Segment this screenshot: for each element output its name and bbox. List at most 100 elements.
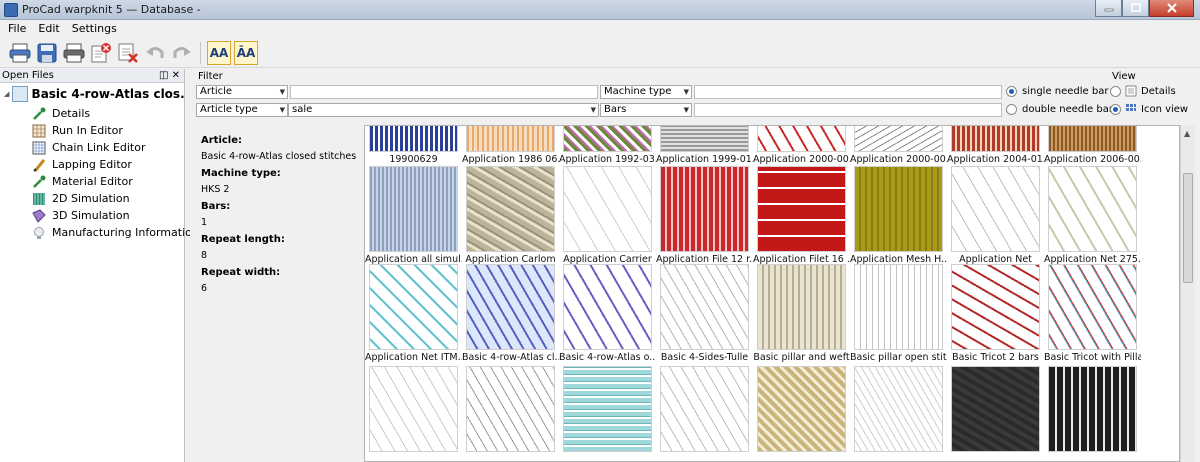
pattern-thumbnail[interactable] [466, 126, 555, 152]
pattern-item[interactable]: Application 2000-00... [753, 126, 850, 169]
pattern-item[interactable] [559, 366, 656, 461]
pattern-item[interactable]: Application 1999-01... [656, 126, 753, 169]
pattern-item[interactable] [1044, 366, 1141, 461]
pattern-thumbnail[interactable] [563, 264, 652, 350]
undo-icon[interactable] [143, 41, 167, 65]
pattern-thumbnail[interactable] [369, 264, 458, 350]
menu-edit[interactable]: Edit [32, 20, 65, 38]
pattern-item[interactable]: Application Carlom [462, 166, 559, 269]
article-combo[interactable]: Article ▼ [196, 85, 288, 99]
pattern-thumbnail[interactable] [854, 126, 943, 152]
panel-controls[interactable]: ◫ ✕ [159, 69, 180, 82]
pattern-item[interactable]: Application Mesh H... [850, 166, 947, 269]
tree-item-run-in-editor[interactable]: Run In Editor [0, 122, 184, 139]
pattern-item[interactable]: Basic pillar and weft [753, 264, 850, 367]
single-needle-radio[interactable] [1006, 86, 1017, 97]
pattern-thumbnail[interactable] [757, 126, 846, 152]
pattern-item[interactable]: Basic 4-row-Atlas o... [559, 264, 656, 367]
bars-combo[interactable]: Bars ▼ [600, 103, 692, 117]
machine-type-combo[interactable]: Machine type ▼ [600, 85, 692, 99]
machine-type-input[interactable] [694, 85, 1002, 99]
pattern-thumbnail[interactable] [854, 264, 943, 350]
menu-settings[interactable]: Settings [66, 20, 123, 38]
pattern-gallery[interactable]: 19900629 Application 1986 06... Applicatio… [364, 125, 1180, 462]
pattern-thumbnail[interactable] [951, 126, 1040, 152]
pattern-thumbnail[interactable] [466, 166, 555, 252]
pattern-item[interactable]: Basic Tricot with Pillar [1044, 264, 1141, 367]
pattern-thumbnail[interactable] [854, 366, 943, 452]
pattern-item[interactable]: Basic 4-Sides-Tulle [656, 264, 753, 367]
pattern-thumbnail[interactable] [1048, 366, 1137, 452]
tree-item-3d-simulation[interactable]: 3D Simulation [0, 207, 184, 224]
print-icon[interactable] [8, 41, 32, 65]
pattern-item[interactable] [850, 366, 947, 461]
scroll-up-icon[interactable]: ▲ [1184, 129, 1190, 138]
pattern-thumbnail[interactable] [466, 264, 555, 350]
pattern-item[interactable] [462, 366, 559, 461]
pattern-thumbnail[interactable] [854, 166, 943, 252]
edit-pattern-icon[interactable] [89, 41, 113, 65]
close-button[interactable] [1149, 0, 1194, 17]
article-type-value-combo[interactable]: sale ▼ [288, 103, 599, 117]
tree-item-material-editor[interactable]: Material Editor [0, 173, 184, 190]
pattern-item[interactable]: Application Net ITM... [365, 264, 462, 367]
pattern-thumbnail[interactable] [369, 366, 458, 452]
pattern-thumbnail[interactable] [466, 366, 555, 452]
pattern-thumbnail[interactable] [757, 366, 846, 452]
pattern-item[interactable]: Application Net [947, 166, 1044, 269]
article-type-combo[interactable]: Article type ▼ [196, 103, 288, 117]
pattern-thumbnail[interactable] [1048, 126, 1137, 152]
tree-item-manufacturing-information[interactable]: Manufacturing Information [0, 224, 199, 241]
pattern-thumbnail[interactable] [563, 166, 652, 252]
pattern-item[interactable] [656, 366, 753, 461]
scrollbar-thumb[interactable] [1183, 173, 1193, 283]
pattern-thumbnail[interactable] [660, 264, 749, 350]
tree-item-lapping-editor[interactable]: Lapping Editor [0, 156, 184, 173]
pattern-thumbnail[interactable] [1048, 264, 1137, 350]
pattern-item[interactable]: Application all simul... [365, 166, 462, 269]
pattern-item[interactable]: Basic Tricot 2 bars [947, 264, 1044, 367]
minimize-button[interactable] [1095, 0, 1122, 17]
pattern-item[interactable]: Application 2000-00... [850, 126, 947, 169]
pattern-thumbnail[interactable] [563, 366, 652, 452]
tree-item-chain-link-editor[interactable]: Chain Link Editor [0, 139, 184, 156]
icon-view-radio[interactable] [1110, 104, 1121, 115]
pattern-thumbnail[interactable] [563, 126, 652, 152]
print-preview-icon[interactable] [62, 41, 86, 65]
pattern-item[interactable] [947, 366, 1044, 461]
pattern-thumbnail[interactable] [1048, 166, 1137, 252]
pattern-thumbnail[interactable] [660, 166, 749, 252]
bars-input[interactable] [694, 103, 1002, 117]
save-icon[interactable] [35, 41, 59, 65]
maximize-button[interactable] [1122, 0, 1149, 17]
pattern-thumbnail[interactable] [951, 366, 1040, 452]
pattern-thumbnail[interactable] [369, 126, 458, 152]
pattern-item[interactable]: Application 1986 06... [462, 126, 559, 169]
font-size-aa-icon[interactable]: ĀA [234, 40, 258, 65]
font-size-a-icon[interactable]: AA [207, 40, 231, 65]
gallery-scrollbar[interactable]: ▲ [1180, 125, 1195, 462]
pattern-thumbnail[interactable] [369, 166, 458, 252]
pattern-item[interactable]: Application Net 275... [1044, 166, 1141, 269]
pattern-thumbnail[interactable] [660, 366, 749, 452]
pattern-item[interactable]: Basic 4-row-Atlas cl... [462, 264, 559, 367]
double-needle-radio[interactable] [1006, 104, 1017, 115]
article-filter-input[interactable] [290, 85, 598, 99]
tree-root-file[interactable]: ◢ Basic 4-row-Atlas clos... [0, 83, 184, 105]
pattern-item[interactable]: Basic pillar open stit... [850, 264, 947, 367]
pattern-item[interactable]: Application 1992-03... [559, 126, 656, 169]
pattern-item[interactable] [365, 366, 462, 461]
tree-item-details[interactable]: Details [0, 105, 184, 122]
pattern-item[interactable]: Application Filet 16 ... [753, 166, 850, 269]
details-view-radio[interactable] [1110, 86, 1121, 97]
collapse-icon[interactable]: ◢ [4, 90, 9, 98]
pattern-item[interactable]: Application File 12 r... [656, 166, 753, 269]
pattern-thumbnail[interactable] [660, 126, 749, 152]
pattern-thumbnail[interactable] [951, 166, 1040, 252]
pattern-thumbnail[interactable] [757, 166, 846, 252]
pattern-item[interactable]: 19900629 [365, 126, 462, 169]
tree-item-2d-simulation[interactable]: 2D Simulation [0, 190, 184, 207]
pattern-thumbnail[interactable] [757, 264, 846, 350]
delete-pattern-icon[interactable] [116, 41, 140, 65]
pattern-item[interactable]: Application 2006-00... [1044, 126, 1141, 169]
